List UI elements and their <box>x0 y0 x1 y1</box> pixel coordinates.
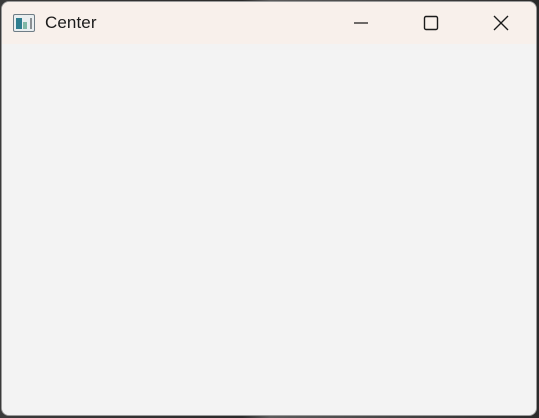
window-controls <box>326 2 536 44</box>
window-title: Center <box>45 13 97 32</box>
maximize-button[interactable] <box>396 2 466 44</box>
app-icon <box>13 14 35 32</box>
client-area <box>2 44 536 415</box>
app-window: Center <box>1 1 537 416</box>
minimize-button[interactable] <box>326 2 396 44</box>
minimize-icon <box>354 22 368 24</box>
close-button[interactable] <box>466 2 536 44</box>
title-bar[interactable]: Center <box>2 2 536 44</box>
close-icon <box>493 15 509 31</box>
maximize-icon <box>423 15 439 31</box>
